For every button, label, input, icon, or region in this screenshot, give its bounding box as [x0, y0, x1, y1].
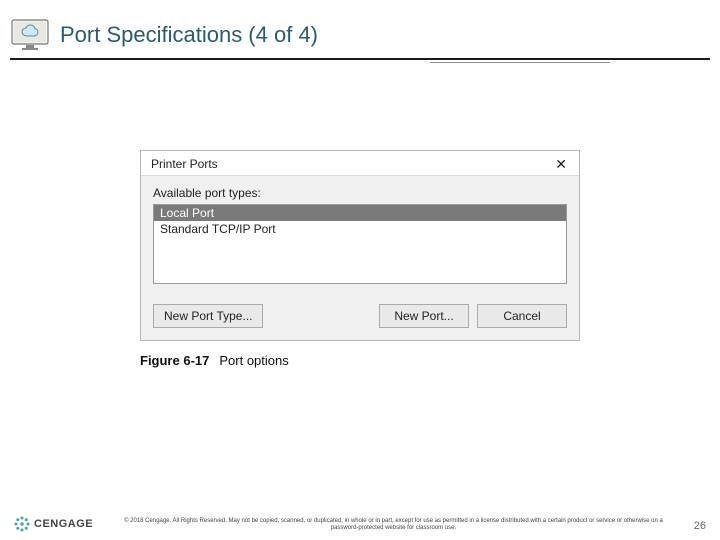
dialog-title: Printer Ports — [151, 157, 218, 171]
slide-footer: CENGAGE © 2018 Cengage. All Rights Reser… — [0, 516, 720, 532]
figure-area: Printer Ports ✕ Available port types: Lo… — [140, 150, 580, 368]
new-port-button[interactable]: New Port... — [379, 304, 469, 328]
page-number: 26 — [694, 520, 706, 532]
brand-text: CENGAGE — [34, 518, 93, 530]
printer-ports-dialog: Printer Ports ✕ Available port types: Lo… — [140, 150, 580, 341]
copyright-text: © 2018 Cengage. All Rights Reserved. May… — [93, 518, 694, 532]
list-item[interactable]: Standard TCP/IP Port — [154, 221, 566, 237]
slide-header: Port Specifications (4 of 4) — [0, 0, 720, 56]
brand-burst-icon — [14, 516, 30, 532]
dialog-button-row: New Port Type... New Port... Cancel — [153, 304, 567, 328]
available-port-types-label: Available port types: — [153, 186, 567, 200]
figure-caption-text: Port options — [219, 353, 288, 368]
close-icon[interactable]: ✕ — [551, 157, 571, 171]
figure-caption: Figure 6-17 Port options — [140, 353, 580, 368]
dialog-body: Available port types: Local Port Standar… — [141, 176, 579, 340]
dialog-titlebar: Printer Ports ✕ — [141, 151, 579, 176]
cloud-monitor-icon — [10, 18, 50, 52]
list-item[interactable]: Local Port — [154, 205, 566, 221]
brand: CENGAGE — [14, 516, 93, 532]
cancel-button[interactable]: Cancel — [477, 304, 567, 328]
port-types-listbox[interactable]: Local Port Standard TCP/IP Port — [153, 204, 567, 284]
figure-label: Figure 6-17 — [140, 353, 209, 368]
title-divider — [10, 58, 710, 60]
new-port-type-button[interactable]: New Port Type... — [153, 304, 263, 328]
page-title: Port Specifications (4 of 4) — [60, 22, 318, 48]
